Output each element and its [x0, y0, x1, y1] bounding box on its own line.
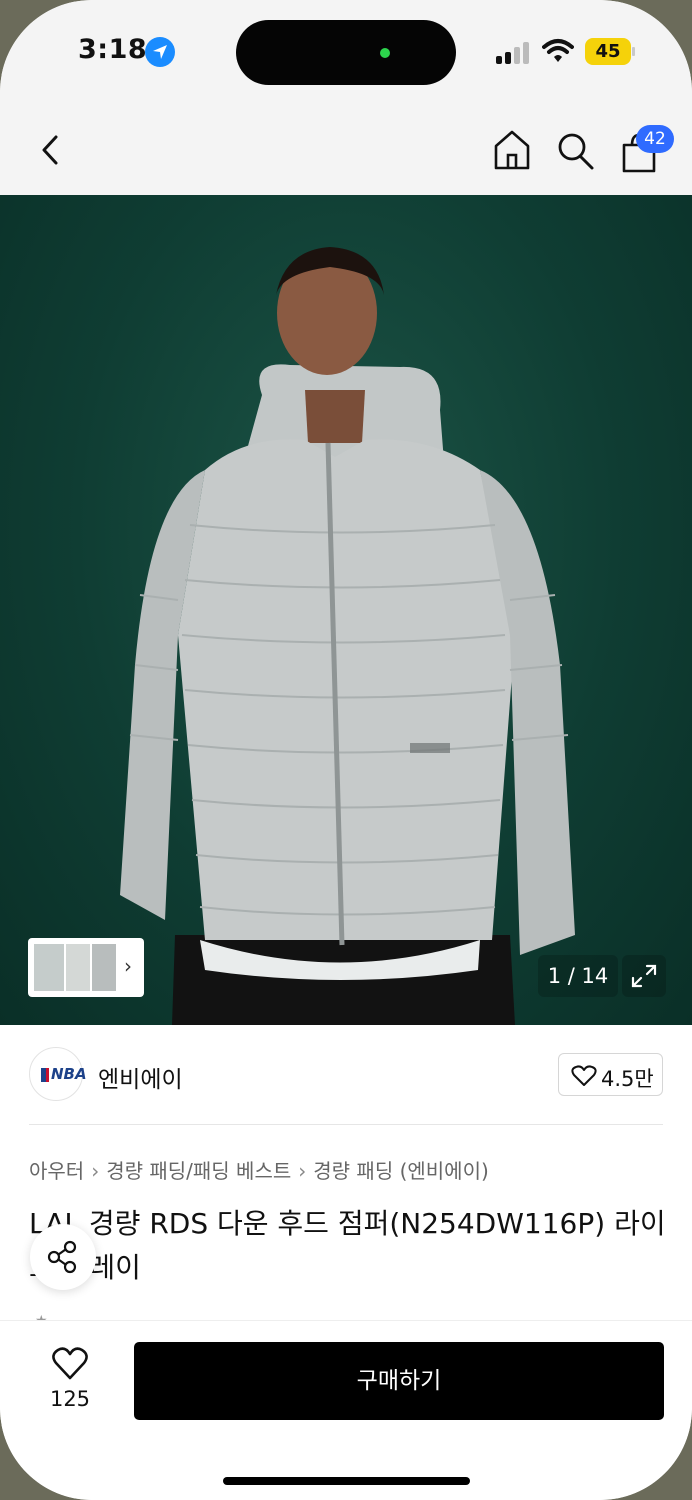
battery-cap: [632, 47, 635, 56]
back-icon[interactable]: [34, 131, 66, 169]
dynamic-island: [236, 20, 456, 85]
top-nav-bar: 42: [0, 105, 692, 195]
search-icon[interactable]: [555, 129, 597, 173]
brand-like-count: 4.5만: [601, 1067, 654, 1091]
breadcrumb-item[interactable]: 아우터: [29, 1159, 84, 1183]
heart-icon: [571, 1065, 597, 1086]
thumbnail-image: [92, 944, 116, 991]
thumbnail-strip[interactable]: ›: [28, 938, 144, 997]
brand-logo[interactable]: NBA: [29, 1047, 87, 1101]
divider: [29, 1124, 663, 1125]
chevron-right-icon[interactable]: ›: [124, 954, 132, 978]
status-bar: 3:18 45: [0, 0, 692, 105]
share-button[interactable]: [30, 1224, 96, 1290]
camera-indicator: [380, 48, 390, 58]
heart-icon: [52, 1347, 88, 1380]
wifi-icon: [542, 39, 574, 62]
product-photo: [120, 247, 575, 1025]
battery-indicator: 45: [585, 38, 631, 65]
image-counter: 1 / 14: [538, 955, 618, 997]
chevron-right-icon: ›: [91, 1159, 100, 1183]
home-icon[interactable]: [492, 127, 532, 173]
breadcrumb-item[interactable]: 경량 패딩/패딩 베스트: [106, 1159, 291, 1183]
nba-logo-icon: [41, 1068, 49, 1082]
share-icon: [47, 1240, 77, 1274]
brand-like-button[interactable]: 4.5만: [558, 1053, 663, 1096]
wishlist-count: 125: [49, 1387, 91, 1411]
status-time: 3:18: [78, 34, 148, 65]
thumbnail-image: [34, 944, 64, 991]
product-title: LAL 경량 RDS 다운 후드 점퍼(N254DW116P) 라이트 그레이: [29, 1207, 666, 1284]
cellular-signal-icon: [496, 40, 532, 64]
cart-count-badge: 42: [636, 125, 674, 153]
expand-icon[interactable]: [622, 955, 666, 997]
wishlist-button[interactable]: 125: [40, 1347, 100, 1417]
chevron-right-icon: ›: [298, 1159, 307, 1183]
breadcrumb-item[interactable]: 경량 패딩 (엔비에이): [313, 1159, 489, 1183]
bottom-action-bar: 125 구매하기: [0, 1320, 692, 1500]
breadcrumb: 아우터 › 경량 패딩/패딩 베스트 › 경량 패딩 (엔비에이): [29, 1155, 489, 1184]
product-image-gallery[interactable]: › 1 / 14: [0, 195, 692, 1025]
thumbnail-image: [66, 944, 90, 991]
brand-logo-text: NBA: [51, 1065, 87, 1083]
home-indicator[interactable]: [223, 1477, 470, 1485]
location-arrow-icon: [145, 37, 175, 67]
phone-screen: 3:18 45 42 › 1 / 14 NBA 엔비에이 4.5만 아우터 › …: [0, 0, 692, 1500]
brand-name[interactable]: 엔비에이: [98, 1060, 183, 1094]
buy-button[interactable]: 구매하기: [134, 1342, 664, 1420]
